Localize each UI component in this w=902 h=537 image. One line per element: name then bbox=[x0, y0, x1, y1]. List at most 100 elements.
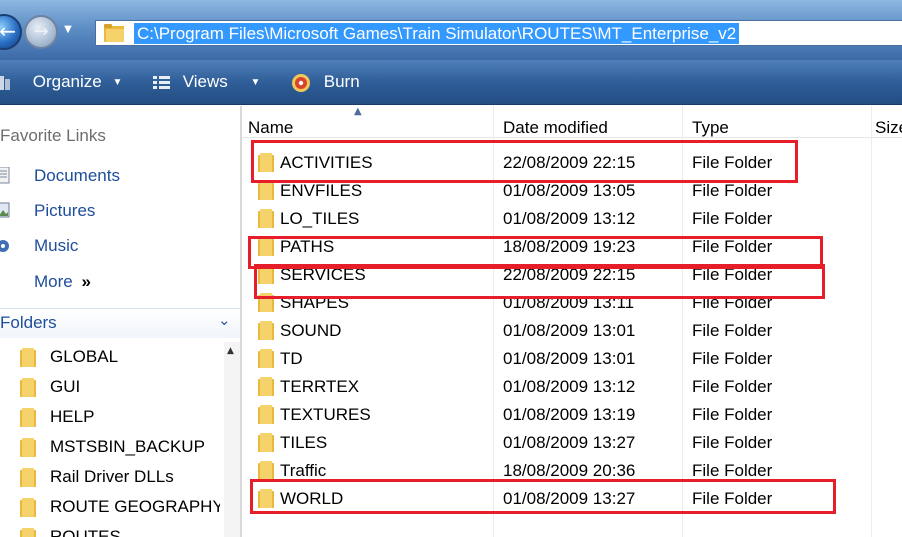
organize-button[interactable]: Organize ▼ bbox=[0, 70, 122, 94]
column-header-type[interactable]: Type bbox=[692, 106, 729, 138]
file-name: SOUND bbox=[280, 321, 342, 340]
folders-label: Folders bbox=[0, 313, 57, 332]
file-name: WORLD bbox=[280, 489, 344, 508]
tree-item-label: MSTSBIN_BACKUP bbox=[50, 437, 205, 456]
file-row[interactable]: ACTIVITIES 22/08/2009 22:15 File Folder bbox=[242, 149, 902, 177]
tree-item[interactable]: Rail Driver DLLs bbox=[20, 464, 220, 490]
tree-item-label: HELP bbox=[50, 407, 95, 426]
back-button[interactable]: ← bbox=[0, 14, 22, 50]
file-row[interactable]: ENVFILES 01/08/2009 13:05 File Folder bbox=[242, 177, 902, 205]
folder-icon bbox=[20, 408, 36, 427]
tree-item[interactable]: ROUTES bbox=[20, 524, 220, 537]
column-header-size[interactable]: Size bbox=[875, 106, 902, 138]
file-date-modified: 01/08/2009 13:05 bbox=[503, 181, 636, 200]
file-name: SHAPES bbox=[280, 293, 349, 312]
pictures-icon bbox=[0, 202, 10, 218]
file-type: File Folder bbox=[692, 377, 773, 396]
organize-dropdown-icon: ▼ bbox=[112, 76, 123, 88]
file-row[interactable]: TERRTEX 01/08/2009 13:12 File Folder bbox=[242, 373, 902, 401]
file-type: File Folder bbox=[692, 433, 773, 452]
more-label: More bbox=[34, 272, 73, 291]
burn-label: Burn bbox=[323, 72, 360, 91]
file-type: File Folder bbox=[692, 489, 773, 508]
tree-item[interactable]: GUI bbox=[20, 374, 220, 400]
file-type: File Folder bbox=[692, 293, 773, 312]
tree-item-label: Rail Driver DLLs bbox=[50, 467, 174, 486]
file-row[interactable]: PATHS 18/08/2009 19:23 File Folder bbox=[242, 233, 902, 261]
tree-item-label: ROUTE GEOGRAPHY bbox=[50, 497, 220, 516]
file-date-modified: 22/08/2009 22:15 bbox=[503, 153, 636, 172]
back-arrow-icon: ← bbox=[0, 19, 16, 43]
organize-icon bbox=[0, 75, 10, 90]
folder-icon bbox=[20, 348, 36, 367]
file-name: SERVICES bbox=[280, 265, 366, 284]
address-path[interactable]: C:\Program Files\Microsoft Games\Train S… bbox=[134, 23, 740, 44]
scroll-up-icon[interactable]: ▲ bbox=[227, 346, 234, 356]
burn-button[interactable]: Burn bbox=[291, 70, 360, 94]
tree-item[interactable]: HELP bbox=[20, 404, 220, 430]
folder-icon bbox=[258, 405, 274, 424]
folder-icon bbox=[258, 293, 274, 312]
file-row[interactable]: SOUND 01/08/2009 13:01 File Folder bbox=[242, 317, 902, 345]
navigation-pane: Favorite Links Documents Pictures Music … bbox=[0, 106, 240, 537]
tree-item[interactable]: GLOBAL bbox=[20, 344, 220, 370]
file-name: PATHS bbox=[280, 237, 335, 256]
folder-icon bbox=[258, 321, 274, 340]
file-date-modified: 01/08/2009 13:01 bbox=[503, 349, 636, 368]
file-row[interactable]: SHAPES 01/08/2009 13:11 File Folder bbox=[242, 289, 902, 317]
file-row[interactable]: TD 01/08/2009 13:01 File Folder bbox=[242, 345, 902, 373]
views-label: Views bbox=[182, 72, 228, 91]
tree-item[interactable]: MSTSBIN_BACKUP bbox=[20, 434, 220, 460]
folder-icon bbox=[258, 489, 274, 508]
folder-icon bbox=[258, 181, 274, 200]
column-header-date[interactable]: Date modified bbox=[503, 106, 608, 138]
file-date-modified: 01/08/2009 13:11 bbox=[503, 293, 635, 312]
file-date-modified: 01/08/2009 13:12 bbox=[503, 377, 636, 396]
folder-icon bbox=[20, 378, 36, 397]
file-row[interactable]: TEXTURES 01/08/2009 13:19 File Folder bbox=[242, 401, 902, 429]
file-date-modified: 01/08/2009 13:27 bbox=[503, 489, 636, 508]
address-field[interactable]: C:\Program Files\Microsoft Games\Train S… bbox=[95, 20, 902, 46]
file-name: TERRTEX bbox=[280, 377, 360, 396]
more-link[interactable]: More » bbox=[34, 272, 91, 292]
file-name: ENVFILES bbox=[280, 181, 363, 200]
folders-header[interactable]: Folders ⌄ bbox=[0, 308, 240, 338]
folder-icon bbox=[258, 433, 274, 452]
folder-icon bbox=[104, 24, 124, 42]
file-name: ACTIVITIES bbox=[280, 153, 373, 172]
organize-label: Organize bbox=[32, 72, 102, 91]
file-row[interactable]: SERVICES 22/08/2009 22:15 File Folder bbox=[242, 261, 902, 289]
file-row[interactable]: LO_TILES 01/08/2009 13:12 File Folder bbox=[242, 205, 902, 233]
views-button[interactable]: Views ▼ bbox=[152, 70, 260, 94]
history-dropdown-icon[interactable]: ▼ bbox=[61, 23, 75, 37]
documents-icon bbox=[0, 167, 10, 184]
music-icon bbox=[0, 240, 9, 252]
column-header-name[interactable]: Name bbox=[248, 106, 293, 138]
tree-scrollbar[interactable]: ▲ bbox=[224, 342, 240, 537]
file-date-modified: 01/08/2009 13:12 bbox=[503, 209, 636, 228]
folder-icon bbox=[20, 468, 36, 487]
file-row[interactable]: Traffic 18/08/2009 20:36 File Folder bbox=[242, 457, 902, 485]
file-date-modified: 01/08/2009 13:27 bbox=[503, 433, 636, 452]
address-bar: ← → ▼ C:\Program Files\Microsoft Games\T… bbox=[0, 0, 902, 60]
forward-button[interactable]: → bbox=[24, 15, 58, 49]
nav-link-label: Music bbox=[34, 236, 79, 255]
tree-item-label: GUI bbox=[50, 377, 81, 396]
file-name: LO_TILES bbox=[280, 209, 360, 228]
file-date-modified: 01/08/2009 13:19 bbox=[503, 405, 636, 424]
file-date-modified: 01/08/2009 13:01 bbox=[503, 321, 636, 340]
folder-icon bbox=[258, 377, 274, 396]
forward-arrow-icon: → bbox=[33, 21, 49, 42]
file-list: ▲ Name Date modified Type Size ACTIVITIE… bbox=[242, 106, 902, 537]
tree-item[interactable]: ROUTE GEOGRAPHY bbox=[20, 494, 220, 520]
folder-icon bbox=[258, 153, 274, 172]
file-row[interactable]: WORLD 01/08/2009 13:27 File Folder bbox=[242, 485, 902, 513]
views-icon bbox=[153, 75, 170, 89]
file-row[interactable]: TILES 01/08/2009 13:27 File Folder bbox=[242, 429, 902, 457]
nav-link-label: Pictures bbox=[34, 201, 96, 220]
file-name: TILES bbox=[280, 433, 328, 452]
file-name: TEXTURES bbox=[280, 405, 371, 424]
folder-icon bbox=[258, 209, 274, 228]
file-date-modified: 18/08/2009 20:36 bbox=[503, 461, 636, 480]
file-type: File Folder bbox=[692, 461, 773, 480]
